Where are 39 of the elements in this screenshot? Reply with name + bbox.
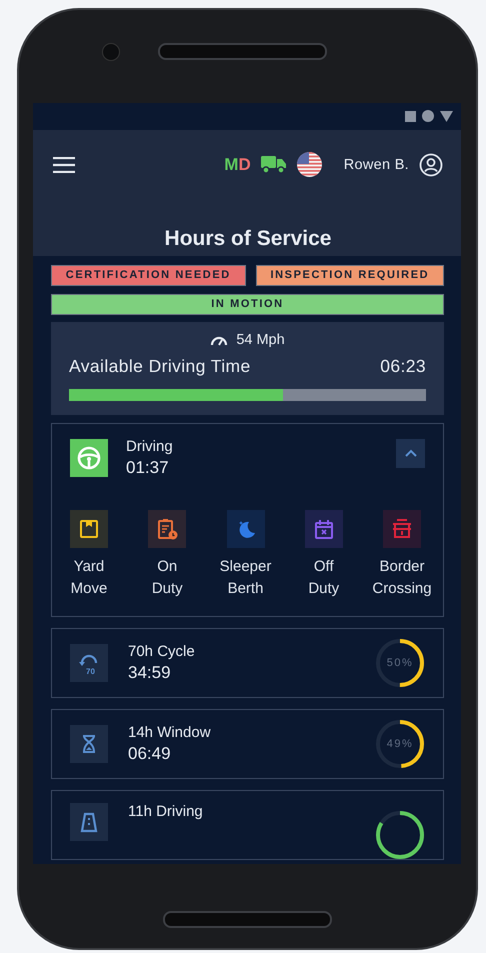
menu-icon[interactable]: [53, 156, 75, 173]
limit-time: 34:59: [128, 662, 172, 683]
user-icon[interactable]: [419, 152, 443, 177]
status-label: Driving: [126, 438, 173, 455]
circle-icon: [422, 110, 434, 122]
limit-label: 70h Cycle: [128, 642, 195, 660]
status-option-label[interactable]: Yard Move: [70, 556, 108, 600]
status-option-tile[interactable]: [226, 510, 264, 548]
status-option-label[interactable]: Border Crossing: [372, 556, 432, 600]
square-icon: [405, 110, 416, 122]
triangle-icon: [440, 110, 453, 122]
flag-icon[interactable]: [296, 152, 322, 178]
status-option-tile[interactable]: [383, 510, 421, 548]
limit-label: 14h Window: [128, 724, 211, 741]
driving-time-label: Available Driving Time: [69, 356, 251, 377]
status-option-label[interactable]: On Duty: [152, 556, 183, 600]
collapse-button[interactable]: [396, 439, 425, 468]
page-title: Hours of Service: [164, 226, 332, 251]
status-option-label[interactable]: Off Duty: [308, 556, 340, 600]
status-time: 01:37: [126, 458, 170, 478]
truck-icon: [260, 155, 287, 174]
status-option-label[interactable]: Sleeper Berth: [220, 556, 272, 600]
logo: MD: [224, 154, 251, 175]
percent-label: 49%: [386, 736, 414, 752]
percent-label: 50%: [386, 656, 414, 671]
status-banner: IN MOTION: [51, 294, 444, 315]
status-option-tile[interactable]: [304, 510, 343, 548]
steering-wheel-icon: [70, 438, 108, 477]
speed-reading: 54 Mph: [236, 332, 285, 348]
limit-label: 11h Driving: [128, 802, 203, 820]
user-name: Rowen B.: [344, 156, 409, 173]
limit-time: 06:49: [128, 744, 172, 764]
camera-icon: [102, 43, 120, 61]
chevron-up-icon: [404, 449, 416, 458]
status-option-tile[interactable]: [148, 510, 186, 548]
status-option-tile[interactable]: [70, 510, 108, 548]
status-banner: CERTIFICATION NEEDED: [51, 264, 246, 286]
driving-time-value: 06:23: [380, 356, 426, 377]
status-banner: INSPECTION REQUIRED: [256, 264, 444, 286]
